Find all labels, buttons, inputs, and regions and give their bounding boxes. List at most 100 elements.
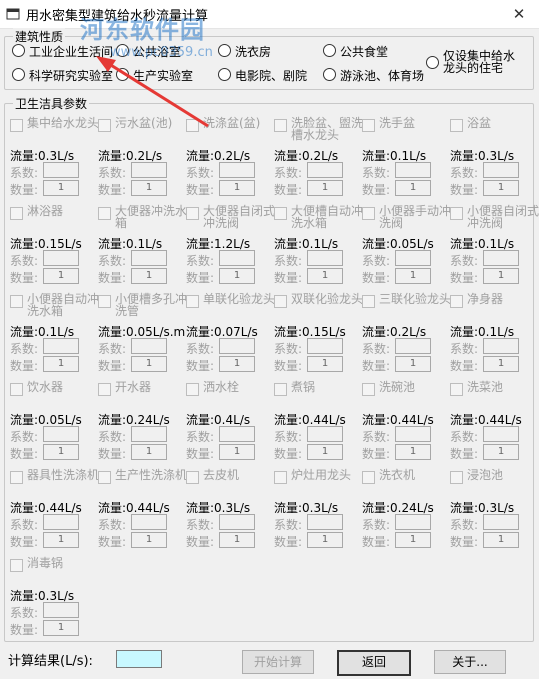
coef-input[interactable] [395,514,431,530]
fixture-checkbox[interactable] [10,295,23,308]
fixture-header[interactable]: 浸泡池 [450,469,538,499]
coef-input[interactable] [43,514,79,530]
fixture-header[interactable]: 小便槽多孔冲洗管 [98,293,187,323]
count-input[interactable]: 1 [395,532,431,548]
fixture-checkbox[interactable] [274,295,287,308]
fixture-header[interactable]: 大便器自闭式冲洗阀 [186,205,275,235]
count-input[interactable]: 1 [219,268,255,284]
fixture-checkbox[interactable] [186,207,199,220]
count-input[interactable]: 1 [483,180,519,196]
coef-input[interactable] [483,162,519,178]
fixture-checkbox[interactable] [186,383,199,396]
fixture-header[interactable]: 洗衣机 [362,469,450,499]
start-calc-button[interactable]: 开始计算 [242,650,314,674]
count-input[interactable]: 1 [307,532,343,548]
count-input[interactable]: 1 [395,180,431,196]
count-input[interactable]: 1 [131,268,167,284]
result-field[interactable] [116,650,162,668]
fixture-checkbox[interactable] [450,471,463,484]
coef-input[interactable] [395,162,431,178]
coef-input[interactable] [131,162,167,178]
fixture-checkbox[interactable] [10,207,23,220]
count-input[interactable]: 1 [307,180,343,196]
fixture-checkbox[interactable] [186,295,199,308]
fixture-header[interactable]: 洒水栓 [186,381,274,411]
fixture-checkbox[interactable] [98,295,111,308]
radio-industrial-living[interactable]: 工业企业生活间 [12,43,113,59]
coef-input[interactable] [395,426,431,442]
count-input[interactable]: 1 [395,444,431,460]
count-input[interactable]: 1 [43,356,79,372]
fixture-checkbox[interactable] [98,207,111,220]
fixture-checkbox[interactable] [362,471,375,484]
fixture-header[interactable]: 洗碗池 [362,381,450,411]
fixture-checkbox[interactable] [450,383,463,396]
fixture-header[interactable]: 去皮机 [186,469,274,499]
fixture-checkbox[interactable] [186,119,199,132]
radio-production-lab[interactable]: 生产实验室 [116,67,193,83]
count-input[interactable]: 1 [307,444,343,460]
coef-input[interactable] [43,426,79,442]
back-button[interactable]: 返回 [337,650,411,676]
fixture-checkbox[interactable] [274,383,287,396]
fixture-header[interactable]: 消毒锅 [10,557,98,587]
count-input[interactable]: 1 [131,180,167,196]
fixture-checkbox[interactable] [450,119,463,132]
fixture-header[interactable]: 净身器 [450,293,538,323]
count-input[interactable]: 1 [219,180,255,196]
fixture-checkbox[interactable] [10,383,23,396]
fixture-header[interactable]: 三联化验龙头 [362,293,451,323]
radio-research-lab[interactable]: 科学研究实验室 [12,67,113,83]
radio-cinema-theater[interactable]: 电影院、剧院 [218,67,307,83]
count-input[interactable]: 1 [395,268,431,284]
coef-input[interactable] [307,514,343,530]
coef-input[interactable] [219,162,255,178]
radio-pool-stadium[interactable]: 游泳池、体育场 [323,67,424,83]
fixture-checkbox[interactable] [186,471,199,484]
count-input[interactable]: 1 [219,532,255,548]
coef-input[interactable] [307,250,343,266]
fixture-checkbox[interactable] [450,295,463,308]
fixture-checkbox[interactable] [450,207,463,220]
coef-input[interactable] [395,250,431,266]
fixture-checkbox[interactable] [362,119,375,132]
fixture-header[interactable]: 洗手盆 [362,117,450,147]
fixture-header[interactable]: 生产性洗涤机 [98,469,187,499]
fixture-checkbox[interactable] [10,559,23,572]
fixture-checkbox[interactable] [10,471,23,484]
coef-input[interactable] [219,250,255,266]
coef-input[interactable] [483,338,519,354]
fixture-header[interactable]: 洗菜池 [450,381,538,411]
fixture-header[interactable]: 大便槽自动冲洗水箱 [274,205,363,235]
fixture-header[interactable]: 洗脸盆、盥洗槽水龙头 [274,117,363,147]
coef-input[interactable] [43,162,79,178]
fixture-checkbox[interactable] [274,119,287,132]
count-input[interactable]: 1 [131,532,167,548]
count-input[interactable]: 1 [307,268,343,284]
radio-canteen[interactable]: 公共食堂 [323,43,388,59]
coef-input[interactable] [307,338,343,354]
fixture-header[interactable]: 小便器手动冲洗阀 [362,205,451,235]
fixture-header[interactable]: 炉灶用龙头 [274,469,362,499]
about-button[interactable]: 关于... [434,650,506,674]
fixture-checkbox[interactable] [362,383,375,396]
count-input[interactable]: 1 [43,532,79,548]
close-button[interactable]: ✕ [499,0,539,28]
count-input[interactable]: 1 [219,444,255,460]
coef-input[interactable] [131,250,167,266]
coef-input[interactable] [483,250,519,266]
fixture-header[interactable]: 煮锅 [274,381,362,411]
count-input[interactable]: 1 [43,268,79,284]
coef-input[interactable] [131,514,167,530]
count-input[interactable]: 1 [131,356,167,372]
fixture-header[interactable]: 双联化验龙头 [274,293,363,323]
fixture-header[interactable]: 淋浴器 [10,205,98,235]
coef-input[interactable] [131,426,167,442]
fixture-checkbox[interactable] [362,295,375,308]
coef-input[interactable] [483,426,519,442]
fixture-checkbox[interactable] [98,119,111,132]
fixture-header[interactable]: 浴盆 [450,117,538,147]
count-input[interactable]: 1 [43,180,79,196]
fixture-header[interactable]: 大便器冲洗水箱 [98,205,187,235]
count-input[interactable]: 1 [219,356,255,372]
